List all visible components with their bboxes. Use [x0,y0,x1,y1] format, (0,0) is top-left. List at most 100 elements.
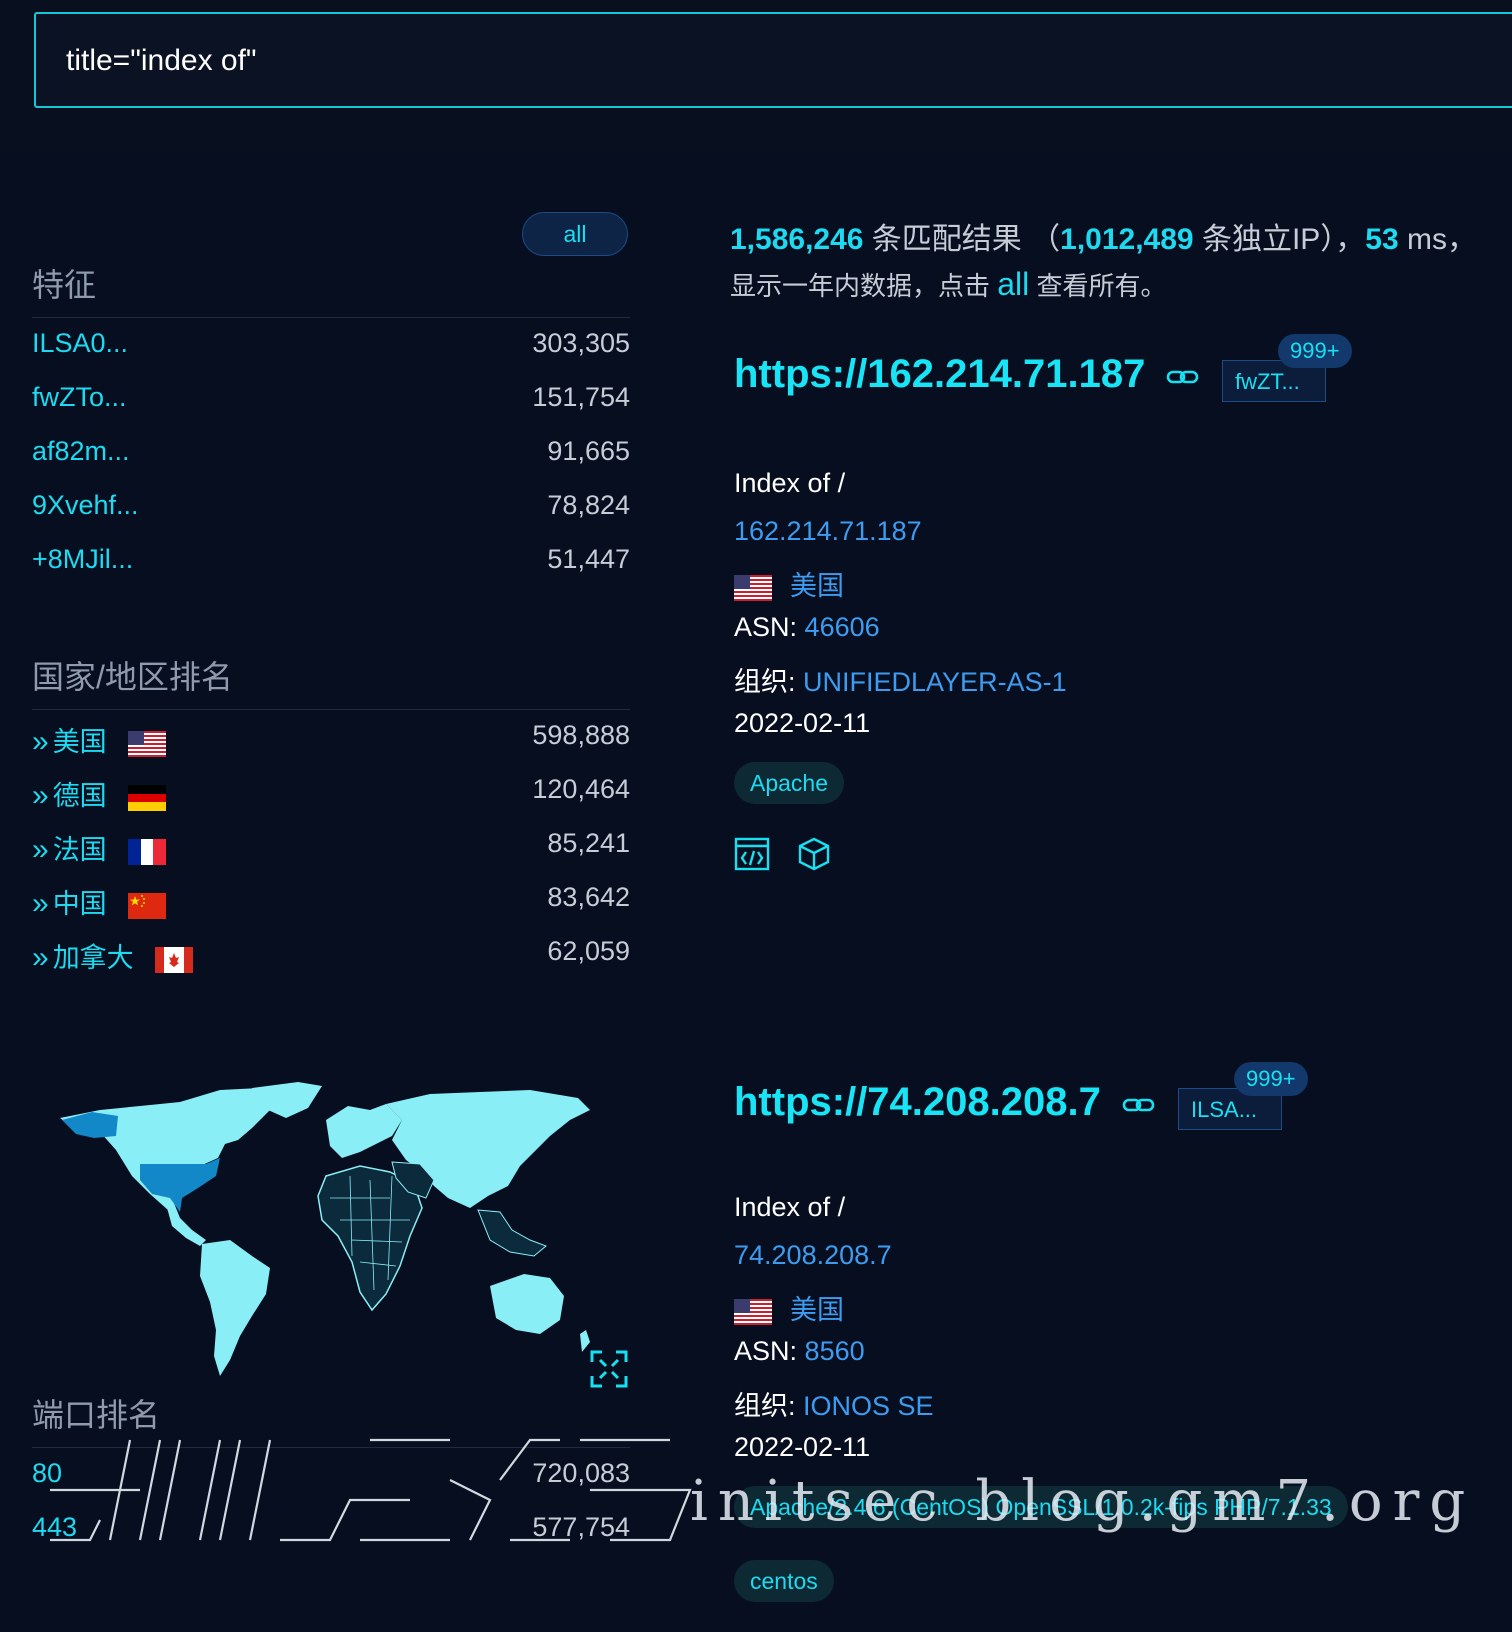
double-chevron-right-icon: » [32,779,49,812]
country-row-cn[interactable]: » 中国 83,642 [32,882,630,922]
country-row-fr[interactable]: » 法国 85,241 [32,828,630,868]
port-count: 720,083 [532,1458,630,1488]
country-link[interactable]: » 中国 [32,882,167,921]
search-input[interactable] [64,36,968,86]
country-row-de[interactable]: » 德国 120,464 [32,774,630,814]
result-country[interactable]: 美国 [734,564,844,603]
result-url[interactable]: https://74.208.208.7 [734,1080,1101,1125]
world-map[interactable] [30,1080,630,1400]
cube-icon[interactable] [796,836,832,872]
country-label: 加拿大 [52,943,134,973]
country-label: 中国 [52,889,107,919]
result-org: 组织: UNIFIEDLAYER-AS-1 [734,667,1067,697]
feature-count: 51,447 [547,544,630,574]
double-chevron-right-icon: » [32,725,49,758]
feature-label[interactable]: +8MJil... [32,544,133,575]
feature-row[interactable]: 9Xvehf... 78,824 [32,490,630,530]
count-badge: 999+ [1234,1062,1308,1096]
result-title: Index of / [734,1192,846,1222]
org-link[interactable]: UNIFIEDLAYER-AS-1 [803,667,1067,697]
server-pill[interactable]: Apache/2.4.6 (CentOS) OpenSSL/1.0.2k-fip… [734,1486,1348,1528]
feature-count: 91,665 [547,436,630,466]
top-search-bar [0,0,1512,152]
country-link[interactable]: » 德国 [32,774,167,813]
countries-divider [32,709,630,710]
result-ip[interactable]: 74.208.208.7 [734,1240,892,1271]
show-all-button[interactable]: all [522,212,628,256]
country-name: 美国 [790,571,844,601]
asn-link[interactable]: 46606 [805,612,880,642]
country-count: 598,888 [532,720,630,750]
feature-row[interactable]: +8MJil... 51,447 [32,544,630,584]
feature-count: 78,824 [547,490,630,520]
result-asn: ASN: 8560 [734,1336,865,1366]
port-label[interactable]: 80 [32,1458,62,1489]
country-row-ca[interactable]: » 加拿大 62,059 [32,936,630,976]
org-link[interactable]: IONOS SE [803,1391,934,1421]
link-icon[interactable] [1122,1094,1156,1116]
feature-label[interactable]: 9Xvehf... [32,490,139,521]
map-europe [326,1104,402,1158]
country-link[interactable]: » 美国 [32,720,167,759]
us-flag-icon [734,574,772,601]
country-label: 法国 [52,835,107,865]
cn-flag-icon [128,892,167,919]
fr-flag-icon [128,838,167,865]
feature-row[interactable]: af82m... 91,665 [32,436,630,476]
ports-divider [32,1447,630,1448]
feature-row[interactable]: fwZTo... 151,754 [32,382,630,422]
asn-link[interactable]: 8560 [805,1336,865,1366]
result-country[interactable]: 美国 [734,1288,844,1327]
result-url[interactable]: https://162.214.71.187 [734,352,1145,397]
country-count: 85,241 [547,828,630,858]
ca-flag-icon [155,946,194,973]
result-asn: ASN: 46606 [734,612,880,642]
countries-title: 国家/地区排名 [32,659,233,695]
us-flag-icon [734,1298,772,1325]
map-new-zealand [580,1330,590,1352]
feature-label[interactable]: ILSA0... [32,328,128,359]
os-pill[interactable]: centos [734,1560,834,1602]
feature-label[interactable]: fwZTo... [32,382,127,413]
feature-label[interactable]: af82m... [32,436,130,467]
country-count: 83,642 [547,882,630,912]
unique-ip-count: 1,012,489 [1060,223,1194,256]
port-row[interactable]: 80 720,083 [32,1458,630,1498]
country-name: 美国 [790,1295,844,1325]
feature-count: 151,754 [532,382,630,412]
country-row-us[interactable]: » 美国 598,888 [32,720,630,760]
port-count: 577,754 [532,1512,630,1542]
total-count: 1,586,246 [730,223,864,256]
map-australia [490,1274,564,1334]
link-icon[interactable] [1166,366,1200,388]
search-box[interactable] [34,12,1512,108]
port-label[interactable]: 443 [32,1512,77,1543]
port-row[interactable]: 443 577,754 [32,1512,630,1552]
result-title: Index of / [734,468,846,498]
feature-row[interactable]: ILSA0... 303,305 [32,328,630,368]
features-divider [32,317,630,318]
all-link[interactable]: all [997,266,1029,302]
country-label: 德国 [52,781,107,811]
source-code-icon[interactable] [734,836,770,872]
country-link[interactable]: » 法国 [32,828,167,867]
result-org: 组织: IONOS SE [734,1391,934,1421]
country-link[interactable]: » 加拿大 [32,936,194,975]
result-date: 2022-02-11 [734,1432,871,1462]
double-chevron-right-icon: » [32,887,49,920]
map-usa [140,1158,220,1212]
double-chevron-right-icon: » [32,833,49,866]
de-flag-icon [128,784,167,811]
map-central-america [166,1204,206,1246]
map-south-america [200,1240,270,1376]
server-pill[interactable]: Apache [734,762,845,804]
query-time: 53 [1365,223,1399,256]
result-date: 2022-02-11 [734,708,871,738]
result-summary-note: 显示一年内数据，点击 all 查看所有。 [730,266,1167,302]
features-title: 特征 [32,267,97,303]
result-summary: 1,586,246 条匹配结果 （1,012,489 条独立IP），53 ms， [730,223,1477,256]
result-ip[interactable]: 162.214.71.187 [734,516,922,547]
feature-count: 303,305 [532,328,630,358]
map-se-asia [477,1209,547,1257]
expand-map-icon[interactable] [590,1350,628,1388]
